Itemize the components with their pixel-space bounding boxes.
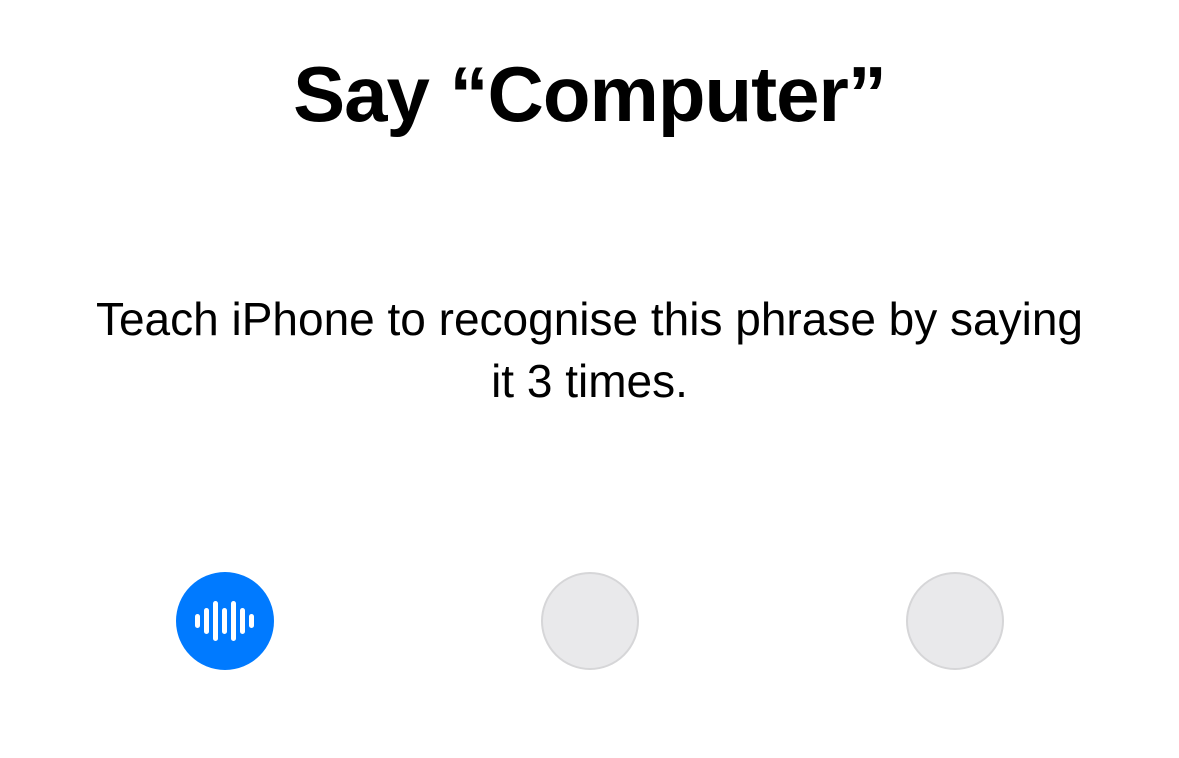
progress-step-2 [541, 572, 639, 670]
page-title: Say “Computer” [293, 52, 886, 138]
waveform-icon [195, 601, 254, 641]
waveform-bar [222, 608, 227, 634]
waveform-bar [231, 601, 236, 641]
waveform-bar [195, 614, 200, 628]
progress-step-1 [176, 572, 274, 670]
waveform-bar [213, 601, 218, 641]
instruction-text: Teach iPhone to recognise this phrase by… [90, 288, 1090, 412]
waveform-bar [240, 608, 245, 634]
waveform-bar [204, 608, 209, 634]
waveform-bar [249, 614, 254, 628]
progress-indicators [176, 572, 1004, 670]
progress-step-3 [906, 572, 1004, 670]
